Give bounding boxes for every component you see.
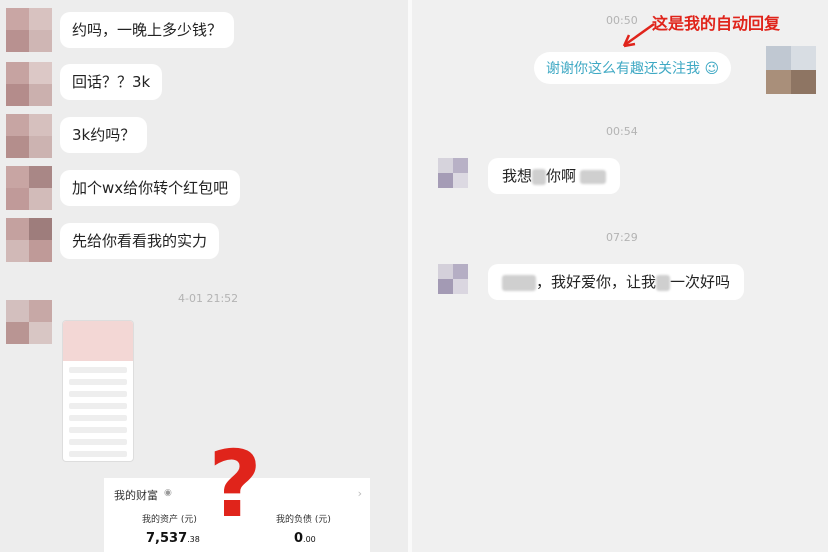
sender-avatar[interactable]	[6, 62, 52, 106]
own-avatar[interactable]	[766, 46, 816, 94]
message-bubble: 先给你看看我的实力	[60, 223, 220, 259]
message-bubble: 约吗，一晚上多少钱？	[60, 12, 235, 48]
thumbnail-row	[69, 391, 127, 397]
sender-avatar[interactable]	[438, 158, 468, 188]
thumbnail-header	[63, 321, 133, 361]
sender-avatar[interactable]	[6, 300, 52, 344]
question-mark-icon: ?	[208, 440, 261, 526]
sender-avatar[interactable]	[6, 114, 52, 158]
eye-icon: ◉	[164, 488, 172, 498]
debt-value: 0.00	[294, 531, 316, 546]
censored-text	[580, 169, 607, 184]
censored-text	[502, 274, 536, 291]
message-timestamp: 00:54	[606, 125, 638, 138]
message-text: ，我好爱你，让我	[536, 273, 657, 291]
censored-text	[532, 168, 547, 185]
message-bubble: 我想 你啊	[488, 158, 621, 194]
wealth-title: 我的财富	[114, 489, 158, 502]
message-timestamp: 07:29	[606, 231, 638, 244]
message-bubble: 加个wx给你转个红包吧	[60, 170, 241, 206]
thumbnail-row	[69, 379, 127, 385]
sender-avatar[interactable]	[6, 218, 52, 262]
message-text: 一次好吗	[670, 273, 731, 291]
assets-value: 7,537.38	[146, 531, 200, 546]
message-timestamp: 4-01 21:52	[178, 292, 239, 305]
assets-int: 7,537	[146, 531, 188, 546]
thumbnail-row	[69, 415, 127, 421]
message-bubble: 3k约吗？	[60, 117, 148, 153]
question-mark-glyph: ?	[208, 440, 261, 526]
debt-int: 0	[294, 531, 304, 546]
message-text: 你啊	[546, 167, 577, 185]
arrow-icon	[622, 22, 655, 48]
message-bubble: ，我好爱你，让我 一次好吗	[488, 264, 745, 300]
message-text: 我想	[502, 167, 533, 185]
image-message-thumbnail[interactable]	[62, 320, 134, 462]
sender-avatar[interactable]	[438, 264, 468, 294]
message-bubble: 回话？？3k	[60, 64, 163, 100]
left-chat-panel: 约吗，一晚上多少钱？ 回话？？3k 3k约吗？ 加个wx给你转个红包吧 先给你看…	[0, 0, 408, 552]
annotation-label: 这是我的自动回复	[652, 14, 781, 33]
assets-dec: .38	[187, 535, 200, 544]
sender-avatar[interactable]	[6, 8, 52, 52]
thumbnail-row	[69, 451, 127, 457]
thumbnail-row	[69, 439, 127, 445]
thumbnail-row	[69, 367, 127, 373]
thumbnail-row	[69, 403, 127, 409]
auto-reply-text: 谢谢你这么有趣还关注我	[546, 61, 700, 77]
censored-text	[656, 274, 671, 291]
auto-reply-bubble: 谢谢你这么有趣还关注我 😉	[534, 52, 732, 84]
wink-emoji-icon: 😉	[704, 61, 720, 77]
chevron-right-icon: ›	[357, 487, 362, 500]
debt-label: 我的负债 (元)	[276, 515, 331, 525]
debt-dec: .00	[303, 535, 316, 544]
assets-label: 我的资产 (元)	[142, 515, 197, 525]
thumbnail-row	[69, 427, 127, 433]
sender-avatar[interactable]	[6, 166, 52, 210]
